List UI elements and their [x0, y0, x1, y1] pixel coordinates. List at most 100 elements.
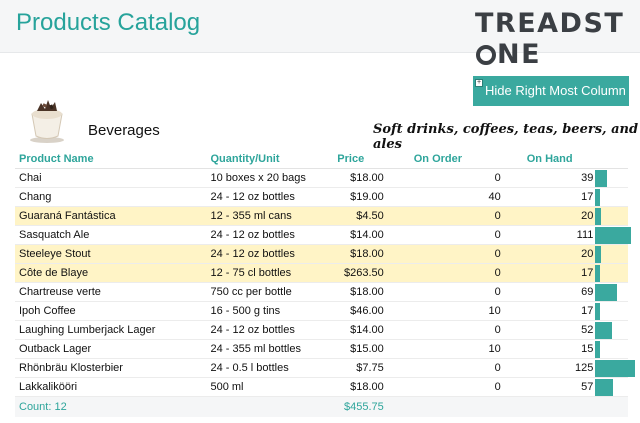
on-order-cell: 0 — [383, 358, 501, 378]
column-header-price[interactable]: Price — [317, 149, 384, 169]
price-cell: $18.00 — [317, 244, 384, 264]
quantity-unit-cell: 24 - 12 oz bottles — [210, 187, 318, 207]
on-order-cell: 0 — [383, 244, 501, 264]
on-order-cell: 10 — [383, 339, 501, 359]
page-title: Products Catalog — [16, 9, 201, 36]
stock-bar-cell — [595, 263, 628, 283]
product-name-cell: Côte de Blaye — [15, 263, 211, 283]
stock-level-bar — [595, 265, 601, 282]
product-name-cell: Outback Lager — [15, 339, 211, 359]
product-name-cell: Chang — [15, 187, 211, 207]
product-name-cell: Chartreuse verte — [15, 282, 211, 302]
table-row[interactable]: Rhönbräu Klosterbier 24 - 0.5 l bottles $7… — [15, 358, 636, 378]
quantity-unit-cell: 24 - 12 oz bottles — [210, 244, 318, 264]
footer-total: $455.75 — [317, 396, 384, 417]
category-name: Beverages — [88, 122, 160, 139]
stock-bar-cell — [595, 282, 628, 302]
on-hand-value: 15 — [581, 343, 594, 355]
stock-level-bar — [595, 379, 614, 396]
table-row[interactable]: Ipoh Coffee 16 - 500 g tins $46.00 10 17 — [15, 301, 628, 321]
table-row[interactable]: Guaraná Fantástica 12 - 355 ml cans $4.50 0… — [15, 206, 628, 226]
on-order-cell: 40 — [383, 187, 501, 207]
category-description: Soft drinks, coffees, teas, beers, and a… — [373, 122, 639, 152]
product-name-cell: Guaraná Fantástica — [15, 206, 211, 226]
stock-level-bar — [595, 303, 601, 320]
hide-button-label: Hide Right Most Column — [485, 83, 626, 98]
on-hand-cell: 20 — [500, 244, 596, 264]
column-header-product-name[interactable]: Product Name — [15, 149, 211, 169]
quantity-unit-cell: 24 - 12 oz bottles — [210, 320, 318, 340]
product-name-cell: Sasquatch Ale — [15, 225, 211, 245]
quantity-unit-cell: 12 - 75 cl bottles — [210, 263, 318, 283]
stock-bar-cell — [595, 301, 628, 321]
column-header-quantity-unit[interactable]: Quantity/Unit — [210, 149, 318, 169]
table-row[interactable]: Chai 10 boxes x 20 bags $18.00 0 39 — [15, 168, 628, 188]
stock-bar-cell — [595, 187, 628, 207]
page-header: Products Catalog TREADSTNE — [0, 0, 640, 70]
on-order-cell: 0 — [383, 225, 501, 245]
table-row[interactable]: Chang 24 - 12 oz bottles $19.00 40 17 — [15, 187, 628, 207]
price-cell: $4.50 — [317, 206, 384, 226]
price-cell: $18.00 — [317, 168, 384, 188]
product-name-cell: Chai — [15, 168, 211, 188]
column-header-on-order[interactable]: On Order — [383, 149, 501, 169]
table-header-row: Product Name Quantity/Unit Price On Orde… — [15, 149, 628, 169]
stock-bar-cell — [595, 320, 628, 340]
product-name-cell: Steeleye Stout — [15, 244, 211, 264]
price-cell: $14.00 — [317, 320, 384, 340]
table-row[interactable]: Lakkalikööri 500 ml $18.00 0 57 — [15, 377, 628, 397]
hide-right-most-column-button[interactable]: + Hide Right Most Column — [473, 76, 629, 106]
stock-level-bar — [595, 284, 618, 301]
on-order-cell: 0 — [383, 263, 501, 283]
on-hand-value: 17 — [581, 305, 594, 317]
on-hand-cell: 39 — [500, 168, 596, 188]
price-cell: $15.00 — [317, 339, 384, 359]
table-row[interactable]: Outback Lager 24 - 355 ml bottles $15.00 10… — [15, 339, 628, 359]
quantity-unit-cell: 500 ml — [210, 377, 318, 397]
stock-level-bar — [595, 227, 632, 244]
expand-icon: + — [475, 79, 483, 87]
stock-level-bar — [595, 341, 601, 358]
product-name-cell: Laughing Lumberjack Lager — [15, 320, 211, 340]
on-hand-cell: 20 — [500, 206, 596, 226]
price-cell: $19.00 — [317, 187, 384, 207]
on-order-cell: 0 — [383, 377, 501, 397]
on-hand-value: 69 — [581, 286, 594, 298]
on-hand-cell: 52 — [500, 320, 596, 340]
on-hand-value: 20 — [581, 210, 594, 222]
table-row[interactable]: Chartreuse verte 750 cc per bottle $18.00 0… — [15, 282, 628, 302]
coffee-cup-icon — [30, 100, 64, 143]
footer-count: Count: 12 — [15, 396, 211, 417]
on-hand-value: 57 — [581, 381, 594, 393]
on-order-cell: 10 — [383, 301, 501, 321]
stock-bar-cell — [595, 206, 628, 226]
on-hand-value: 52 — [581, 324, 594, 336]
on-hand-cell: 69 — [500, 282, 596, 302]
on-order-cell: 0 — [383, 206, 501, 226]
table-row[interactable]: Sasquatch Ale 24 - 12 oz bottles $14.00 0 11… — [15, 225, 632, 245]
on-hand-cell: 17 — [500, 301, 596, 321]
product-name-cell: Rhönbräu Klosterbier — [15, 358, 211, 378]
price-cell: $14.00 — [317, 225, 384, 245]
on-order-cell: 0 — [383, 320, 501, 340]
table-row[interactable]: Laughing Lumberjack Lager 24 - 12 oz bott… — [15, 320, 628, 340]
products-table: Product Name Quantity/Unit Price On Orde… — [15, 149, 636, 417]
stock-level-bar — [595, 170, 608, 187]
stock-bar-cell — [595, 225, 632, 245]
on-order-cell: 0 — [383, 168, 501, 188]
on-hand-cell: 125 — [500, 358, 596, 378]
stock-level-bar — [595, 360, 636, 377]
table-row[interactable]: Steeleye Stout 24 - 12 oz bottles $18.00 0 2… — [15, 244, 628, 264]
quantity-unit-cell: 12 - 355 ml cans — [210, 206, 318, 226]
price-cell: $7.75 — [317, 358, 384, 378]
on-hand-value: 39 — [581, 172, 594, 184]
on-hand-value: 20 — [581, 248, 594, 260]
on-hand-cell: 17 — [500, 263, 596, 283]
stock-level-bar — [595, 189, 601, 206]
price-cell: $263.50 — [317, 263, 384, 283]
stock-level-bar — [595, 322, 613, 339]
stock-bar-cell — [595, 168, 628, 188]
table-row[interactable]: Côte de Blaye 12 - 75 cl bottles $263.50 0 1… — [15, 263, 628, 283]
on-hand-cell: 15 — [500, 339, 596, 359]
column-header-on-hand[interactable]: On Hand — [500, 149, 596, 169]
